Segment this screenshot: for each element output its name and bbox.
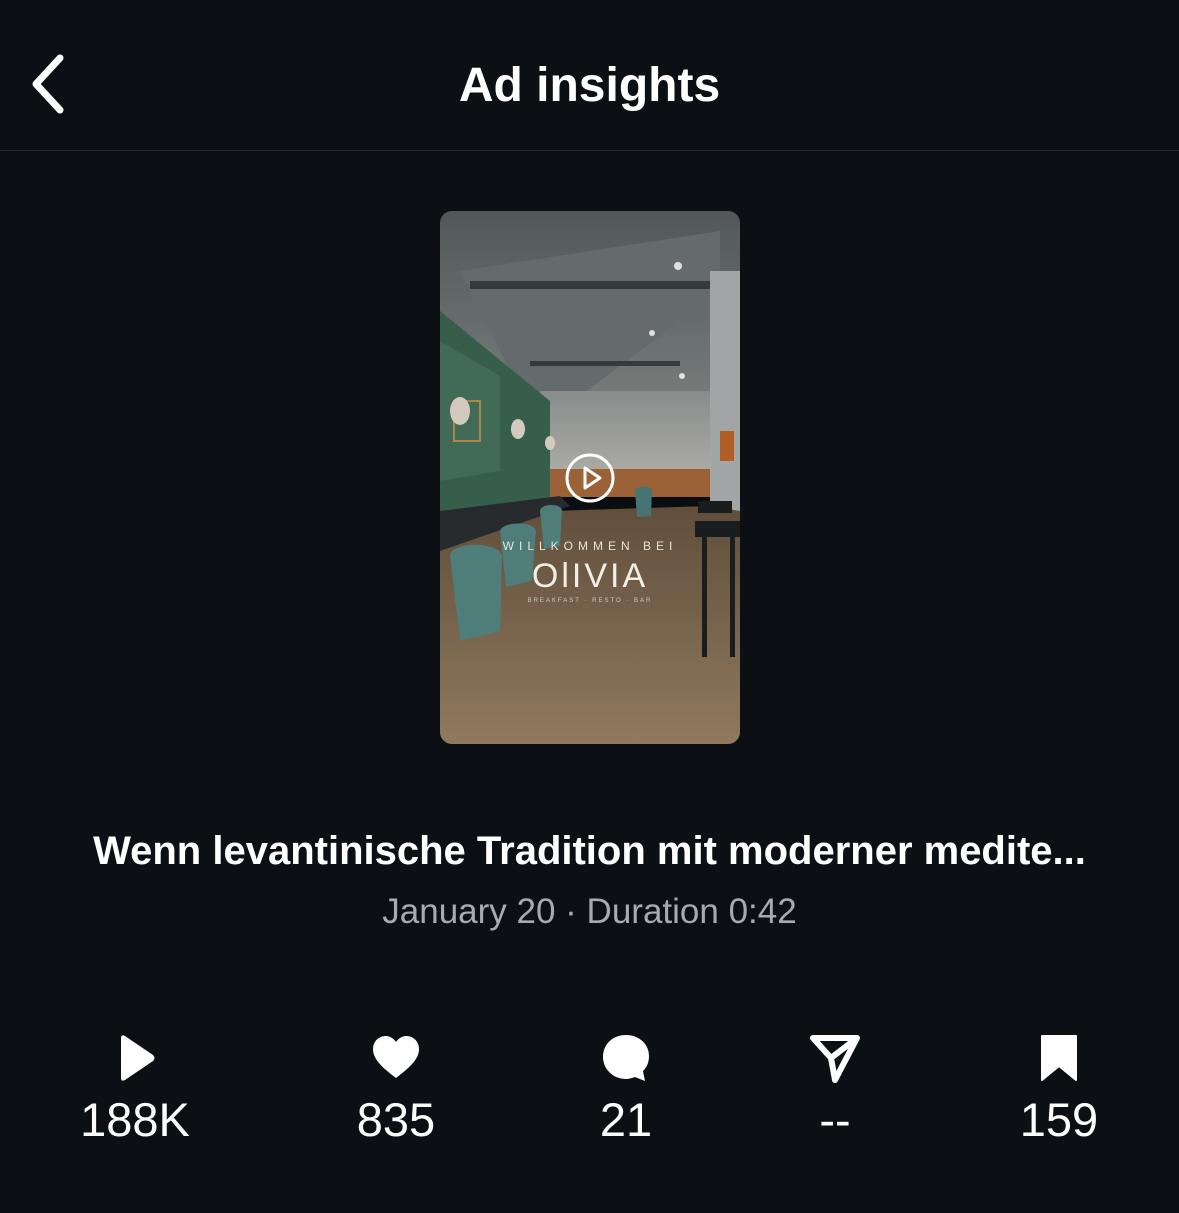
share-icon	[810, 1035, 860, 1083]
stat-shares: --	[735, 1030, 935, 1160]
ad-caption: Wenn levantinische Tradition mit moderne…	[93, 829, 1086, 873]
overlay-brand-logo: OlIVIA	[531, 557, 649, 595]
stat-value: 835	[356, 1093, 436, 1146]
overlay-tagline: BREAKFAST · RESTO · BAR	[527, 598, 653, 604]
engagement-stats: 188K 835 21 -- 159	[0, 1030, 1179, 1170]
stat-value: 159	[1019, 1093, 1099, 1146]
play-icon	[121, 1035, 155, 1081]
stat-value: --	[819, 1093, 851, 1146]
stat-plays: 188K	[35, 1030, 235, 1160]
stat-comments: 21	[526, 1030, 726, 1160]
bookmark-icon	[1041, 1035, 1077, 1081]
stat-value: 188K	[80, 1093, 190, 1146]
page-title: Ad insights	[458, 59, 721, 112]
top-bar: Ad insights	[0, 0, 1179, 151]
stat-saves: 159	[959, 1030, 1159, 1160]
heart-icon	[373, 1036, 419, 1078]
play-circle-icon[interactable]	[564, 452, 616, 504]
stat-value: 21	[599, 1093, 653, 1146]
ad-date-duration: January 20 · Duration 0:42	[382, 892, 797, 931]
overlay-welcome-text: WILLKOMMEN BEI	[502, 539, 678, 553]
comment-icon	[603, 1035, 649, 1081]
ad-video-thumbnail[interactable]: WILLKOMMEN BEI OlIVIA BREAKFAST · RESTO …	[440, 211, 740, 744]
stat-likes: 835	[296, 1030, 496, 1160]
